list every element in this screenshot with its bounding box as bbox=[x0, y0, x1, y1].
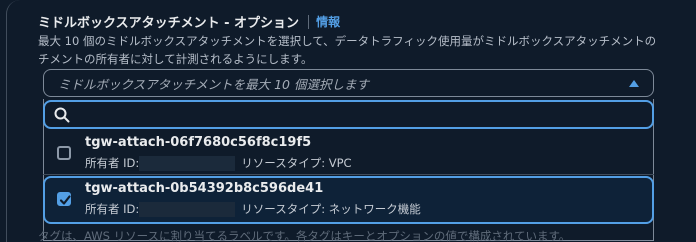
option-meta: 所有者 ID: リソースタイプ: VPC bbox=[85, 155, 352, 171]
option-checkbox[interactable] bbox=[57, 146, 71, 160]
caret-up-icon bbox=[629, 80, 639, 87]
search-input[interactable] bbox=[43, 100, 654, 129]
option-checkbox-checked[interactable] bbox=[57, 192, 71, 206]
redacted-owner-id bbox=[139, 155, 236, 171]
redacted-owner-id bbox=[139, 201, 236, 217]
field-description: 最大 10 個のミドルボックスアタッチメントを選択して、データトラフィック使用量… bbox=[38, 32, 696, 68]
checkmark-icon bbox=[59, 195, 71, 205]
label-divider bbox=[308, 14, 310, 29]
option-meta: 所有者 ID: リソースタイプ: ネットワーク機能 bbox=[85, 201, 421, 217]
tags-description: タグは、AWS リソースに割り当てるラベルです。各タグはキーとオプションの値で構… bbox=[38, 229, 571, 242]
option-title: tgw-attach-0b54392b8c596de41 bbox=[85, 181, 324, 196]
page: ミドルボックスアタッチメント - オプション 情報 最大 10 個のミドルボック… bbox=[0, 0, 696, 242]
search-icon bbox=[54, 107, 70, 123]
select-placeholder: ミドルボックスアタッチメントを最大 10 個選択します bbox=[58, 76, 369, 92]
description-line-2: チメントの所有者に対して計測されるようにします。 bbox=[38, 52, 313, 66]
resource-type: リソースタイプ: ネットワーク機能 bbox=[241, 202, 421, 216]
option-item[interactable]: tgw-attach-06f7680c56f8c19f5 所有者 ID: リソー… bbox=[43, 131, 654, 175]
field-label: ミドルボックスアタッチメント - オプション bbox=[38, 16, 300, 31]
option-item-selected[interactable]: tgw-attach-0b54392b8c596de41 所有者 ID: リソー… bbox=[43, 176, 654, 224]
info-link[interactable]: 情報 bbox=[316, 13, 340, 30]
owner-id-label: 所有者 ID: bbox=[85, 156, 140, 170]
field-label-row: ミドルボックスアタッチメント - オプション 情報 bbox=[38, 12, 340, 31]
owner-id-label: 所有者 ID: bbox=[85, 202, 140, 216]
middlebox-select-trigger[interactable]: ミドルボックスアタッチメントを最大 10 個選択します bbox=[43, 69, 654, 97]
description-line-1: 最大 10 個のミドルボックスアタッチメントを選択して、データトラフィック使用量… bbox=[38, 34, 657, 48]
option-title: tgw-attach-06f7680c56f8c19f5 bbox=[85, 135, 312, 150]
resource-type: リソースタイプ: VPC bbox=[241, 156, 352, 170]
